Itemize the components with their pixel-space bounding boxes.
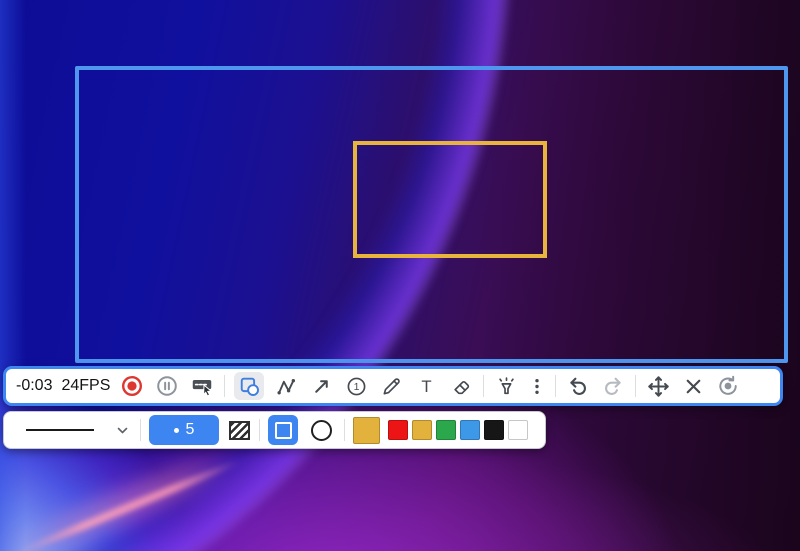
- close-button[interactable]: [680, 372, 706, 400]
- toolbar-separator: [483, 375, 484, 397]
- redo-icon: [602, 375, 624, 397]
- thickness-value: 5: [186, 421, 195, 439]
- record-icon: [121, 375, 143, 397]
- shapes-icon: [239, 376, 260, 397]
- toolbar-separator: [224, 375, 225, 397]
- record-button[interactable]: [119, 372, 145, 400]
- svg-text:1: 1: [353, 381, 359, 393]
- desktop: -0:03 24FPS: [0, 0, 800, 551]
- arrow-icon: [311, 376, 332, 397]
- eraser-tool-button[interactable]: [448, 372, 474, 400]
- color-swatch-red[interactable]: [388, 420, 408, 440]
- line-style-sample: [26, 429, 94, 431]
- pause-icon: [156, 375, 178, 397]
- color-swatch-black[interactable]: [484, 420, 504, 440]
- close-icon: [683, 376, 704, 397]
- recorder-toolbar: -0:03 24FPS: [3, 366, 783, 406]
- polyline-icon: [276, 376, 297, 397]
- number-step-tool-button[interactable]: 1: [343, 372, 369, 400]
- fill-pattern-button[interactable]: [227, 418, 251, 442]
- hatch-pattern-icon: [229, 421, 250, 440]
- restart-recording-button[interactable]: [715, 372, 741, 400]
- eraser-icon: [451, 376, 472, 397]
- svg-text:T: T: [421, 376, 431, 395]
- toolbar-banner-button[interactable]: [189, 372, 215, 400]
- restart-recording-icon: [717, 375, 739, 397]
- arrow-tool-button[interactable]: [308, 372, 334, 400]
- polyline-tool-button[interactable]: [273, 372, 299, 400]
- shapes-tool-button[interactable]: [234, 372, 264, 400]
- move-icon: [647, 375, 670, 398]
- toolbar-separator: [555, 375, 556, 397]
- color-palette: [388, 420, 528, 440]
- pencil-tool-button[interactable]: [378, 372, 404, 400]
- pencil-icon: [381, 376, 402, 397]
- fps-indicator: 24FPS: [61, 377, 110, 395]
- toolbar-banner-cursor-icon: [191, 375, 213, 397]
- number-step-icon: 1: [346, 376, 367, 397]
- thickness-button[interactable]: 5: [149, 415, 219, 445]
- drawn-rectangle-annotation: [353, 141, 547, 258]
- text-tool-icon: T: [416, 376, 437, 397]
- text-tool-button[interactable]: T: [413, 372, 439, 400]
- toolbar-separator: [344, 419, 345, 441]
- undo-button[interactable]: [565, 372, 591, 400]
- color-swatch-yellow[interactable]: [412, 420, 432, 440]
- more-options-button[interactable]: [528, 372, 546, 400]
- thickness-dot-preview: [174, 428, 179, 433]
- spotlight-icon: [496, 376, 517, 397]
- spotlight-tool-button[interactable]: [493, 372, 519, 400]
- toolbar-separator: [259, 419, 260, 441]
- rectangle-icon: [275, 422, 292, 439]
- move-toolbar-button[interactable]: [645, 372, 671, 400]
- rectangle-shape-button[interactable]: [268, 415, 298, 445]
- pause-button[interactable]: [154, 372, 180, 400]
- color-swatch-green[interactable]: [436, 420, 456, 440]
- line-style-dropdown[interactable]: [16, 416, 132, 444]
- ellipse-shape-button[interactable]: [306, 415, 336, 445]
- recording-timer: -0:03: [16, 377, 52, 395]
- ellipse-icon: [311, 420, 332, 441]
- redo-button[interactable]: [600, 372, 626, 400]
- toolbar-separator: [140, 419, 141, 441]
- chevron-down-icon: [117, 427, 128, 434]
- toolbar-separator: [635, 375, 636, 397]
- color-swatch-blue[interactable]: [460, 420, 480, 440]
- kebab-menu-icon: [528, 376, 546, 397]
- color-swatch-white[interactable]: [508, 420, 528, 440]
- style-toolbar: 5: [3, 411, 546, 449]
- current-color-swatch[interactable]: [353, 417, 380, 444]
- undo-icon: [567, 375, 589, 397]
